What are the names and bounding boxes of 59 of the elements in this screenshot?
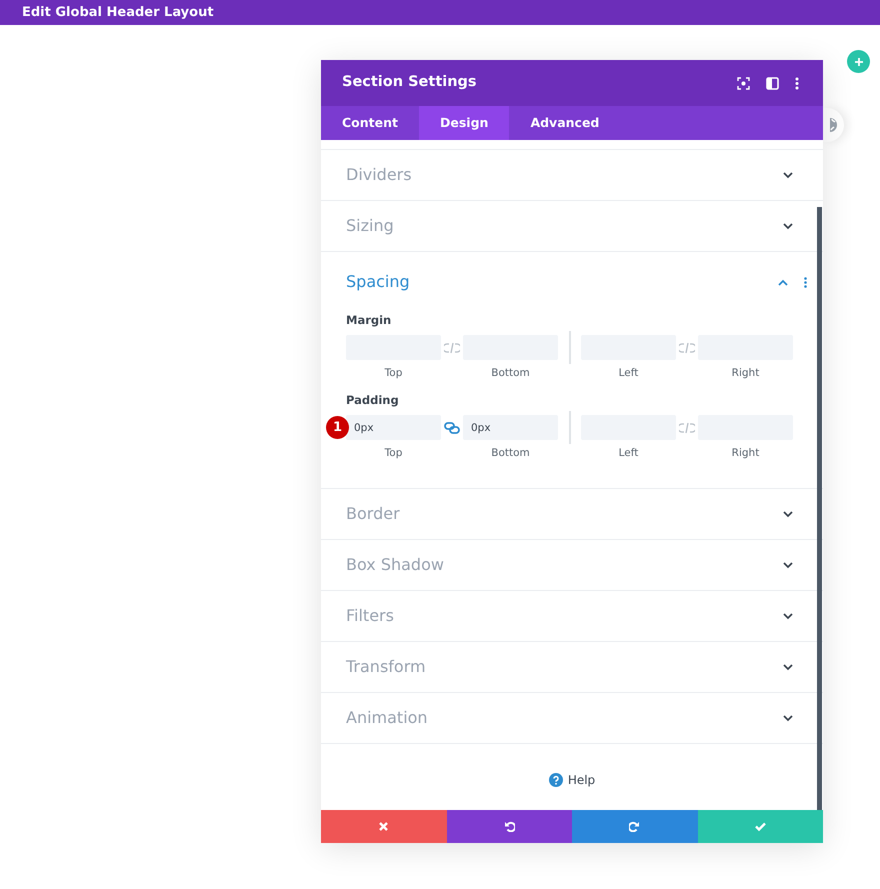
- section-title: Border: [346, 503, 400, 525]
- input-field[interactable]: 0px: [346, 415, 441, 440]
- redo-icon: [629, 821, 640, 832]
- tab[interactable]: Advanced: [509, 106, 620, 140]
- field-caption: Right: [732, 446, 760, 462]
- unlink-icon: [679, 422, 695, 434]
- section-title: Animation: [346, 707, 428, 729]
- link-icon: [444, 422, 460, 434]
- add-button[interactable]: [847, 50, 870, 73]
- columns-icon: [766, 76, 779, 90]
- more-button[interactable]: [804, 276, 807, 288]
- field-caption: Bottom: [491, 366, 530, 382]
- more-icon: [795, 76, 799, 90]
- field-caption: Top: [384, 446, 402, 462]
- check-icon: [754, 821, 766, 832]
- chevron-down-icon: [783, 222, 793, 230]
- field-caption: Top: [384, 366, 402, 382]
- field-label: Margin: [346, 312, 392, 329]
- help-icon: [548, 772, 563, 786]
- editor-title: Edit Global Header Layout: [0, 0, 880, 25]
- field-caption: Bottom: [491, 446, 530, 462]
- close-icon: [378, 821, 390, 832]
- chevron-down-icon: [783, 172, 793, 178]
- field-caption: Left: [618, 366, 638, 382]
- help-link[interactable]: Help: [542, 770, 602, 790]
- section-title: Spacing: [346, 271, 410, 293]
- focus-icon: [737, 76, 750, 90]
- cancel-button[interactable]: [321, 810, 446, 843]
- section-title: Box Shadow: [346, 554, 444, 576]
- tab[interactable]: Design: [419, 106, 510, 140]
- section-title: Transform: [346, 656, 426, 678]
- section-title: Filters: [346, 605, 394, 627]
- chevron-up-icon: [778, 278, 788, 286]
- field-caption: Right: [732, 366, 760, 382]
- chevron-down-icon: [783, 612, 793, 620]
- collapse-button[interactable]: [778, 278, 788, 286]
- section-row[interactable]: Dividers: [321, 149, 823, 200]
- redo-button[interactable]: [572, 810, 698, 843]
- unlink-icon: [444, 342, 460, 354]
- unlink-icon: [679, 342, 695, 354]
- plus-icon: [854, 56, 864, 66]
- tab[interactable]: Content: [321, 106, 419, 140]
- step-badge: 1: [326, 416, 349, 440]
- chevron-down-icon: [783, 664, 793, 670]
- save-button[interactable]: [698, 810, 823, 843]
- section-title: Dividers: [346, 164, 412, 186]
- chevron-down-icon: [783, 714, 793, 722]
- globe-button[interactable]: [823, 108, 844, 142]
- section-title: Sizing: [346, 215, 394, 237]
- chevron-down-icon: [783, 510, 793, 518]
- scrollbar-thumb[interactable]: [817, 207, 822, 810]
- more-icon: [804, 276, 807, 288]
- modal-title: Section Settings: [342, 73, 477, 92]
- undo-icon: [504, 821, 515, 832]
- chevron-down-icon: [783, 562, 793, 568]
- input-field[interactable]: 0px: [463, 415, 558, 440]
- field-label: Padding: [346, 392, 400, 409]
- field-caption: Left: [618, 446, 638, 462]
- undo-button[interactable]: [446, 810, 572, 843]
